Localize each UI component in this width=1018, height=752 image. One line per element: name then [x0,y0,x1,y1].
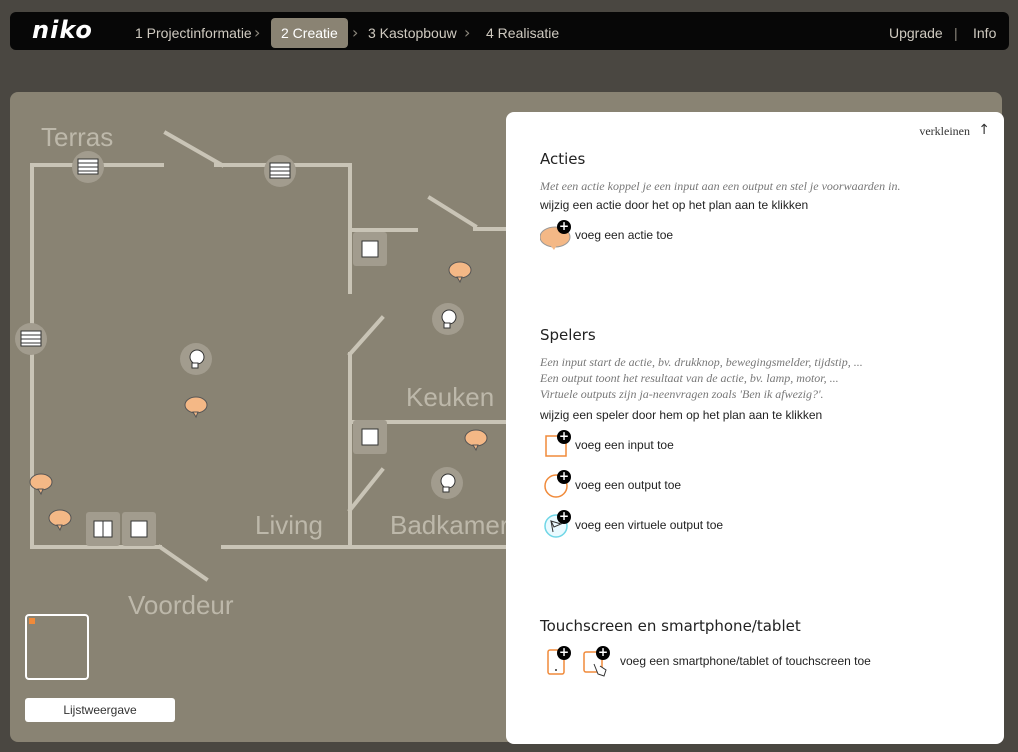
add-action-label[interactable]: voeg een actie toe [575,228,673,242]
section-title-acties: Acties [540,150,586,168]
plus-icon: + [557,509,571,524]
shutter-icon[interactable] [71,150,105,184]
shutter-icon[interactable] [14,322,48,356]
room-label-living: Living [255,510,323,540]
chevron-right-icon: › [352,23,359,42]
lamp-icon[interactable] [179,342,213,376]
plus-icon: + [557,429,571,444]
section-title-spelers: Spelers [540,326,596,344]
room-label-terras: Terras [41,122,114,152]
action-bubble-icon[interactable] [28,472,56,496]
add-device-label[interactable]: voeg een smartphone/tablet of touchscree… [620,654,871,668]
action-bubble-icon[interactable] [47,508,75,532]
plus-icon: + [557,645,571,660]
step-kastopbouw[interactable]: 3 Kastopbouw [368,18,457,48]
lamp-icon[interactable] [430,466,464,500]
plus-icon: + [596,645,610,660]
add-input-label[interactable]: voeg een input toe [575,438,674,452]
upgrade-link[interactable]: Upgrade [889,18,943,48]
shutter-icon[interactable] [263,154,297,188]
room-label-badkamer: Badkamer [390,510,509,540]
room-label-keuken: Keuken [406,382,495,412]
spelers-instruction: wijzig een speler door hem op het plan a… [540,408,823,422]
room-label-voordeur: Voordeur [128,590,234,620]
spelers-desc-input: Een input start de actie, bv. drukknop, … [540,355,863,369]
step-creatie[interactable]: 2 Creatie [271,18,348,48]
chevron-right-icon: › [464,23,471,42]
minimap-viewport-marker [29,618,35,624]
acties-description: Met een actie koppel je een input aan ee… [540,179,901,193]
plus-icon: + [557,219,571,234]
niko-logo: niko [32,16,93,44]
switch-icon[interactable] [353,232,387,266]
add-output-label[interactable]: voeg een output toe [575,478,681,492]
arrow-up-icon[interactable]: ↑ [978,122,990,138]
action-bubble-icon[interactable] [447,260,475,284]
collapse-panel-link[interactable]: verkleinen [919,124,970,139]
action-bubble-icon[interactable] [183,395,211,419]
action-bubble-icon[interactable] [463,428,491,452]
chevron-right-icon: › [254,23,261,42]
info-link[interactable]: Info [973,18,996,48]
double-switch-icon[interactable] [86,512,120,546]
switch-icon[interactable] [122,512,156,546]
acties-instruction: wijzig een actie door het op het plan aa… [540,198,809,212]
plus-icon: + [557,469,571,484]
top-nav-bar: niko 1 Projectinformatie › 2 Creatie › 3… [10,12,1009,50]
spelers-desc-virtual: Virtuele outputs zijn ja-neenvragen zoal… [540,387,824,401]
add-device-row[interactable]: + + voeg een smartphone/tablet of touchs… [540,645,960,677]
switch-icon[interactable] [353,420,387,454]
spelers-desc-output: Een output toont het resultaat van de ac… [540,371,839,385]
minimap[interactable] [25,614,89,680]
nav-separator: | [954,25,958,41]
list-view-button[interactable]: Lijstweergave [25,698,175,722]
section-title-touchscreen: Touchscreen en smartphone/tablet [540,617,801,635]
add-virtual-output-label[interactable]: voeg een virtuele output toe [575,518,723,532]
step-realisatie[interactable]: 4 Realisatie [486,18,559,48]
step-projectinformatie[interactable]: 1 Projectinformatie [135,18,252,48]
creation-side-panel: verkleinen ↑ Acties Met een actie koppel… [506,112,1004,744]
lamp-icon[interactable] [431,302,465,336]
